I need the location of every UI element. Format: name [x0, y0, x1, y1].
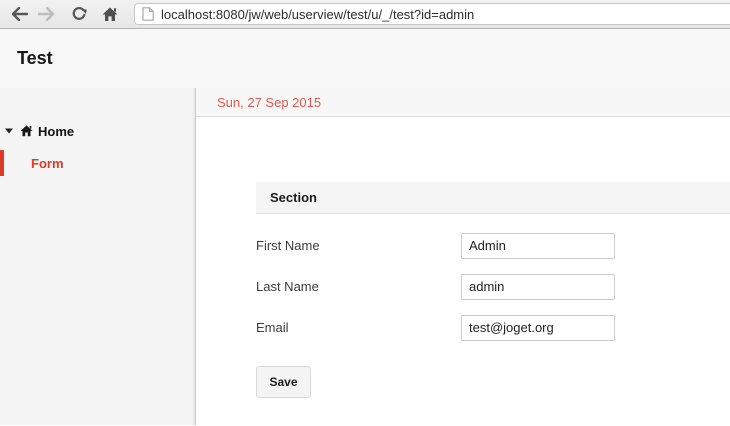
forward-arrow-icon [38, 7, 55, 21]
caret-down-icon[interactable] [5, 128, 13, 134]
browser-home-button[interactable] [99, 3, 121, 25]
first-name-label: First Name [256, 238, 461, 253]
page-title: Test [17, 48, 53, 69]
forward-button[interactable] [35, 3, 57, 25]
form-row: First Name [256, 232, 730, 259]
last-name-label: Last Name [256, 279, 461, 294]
form-row: Email [256, 314, 730, 341]
sidebar: Home Form [0, 88, 196, 425]
reload-button[interactable] [68, 3, 90, 25]
date-bar: Sun, 27 Sep 2015 [196, 88, 730, 117]
reload-icon [71, 6, 87, 22]
email-field[interactable] [461, 315, 615, 341]
browser-home-icon [102, 7, 118, 22]
main-area: Sun, 27 Sep 2015 Section First Name Last… [196, 88, 730, 425]
url-text: localhost:8080/jw/web/userview/test/u/_/… [161, 7, 474, 22]
current-date: Sun, 27 Sep 2015 [217, 95, 321, 110]
back-button[interactable] [8, 3, 30, 25]
back-arrow-icon [11, 7, 28, 21]
address-bar[interactable]: localhost:8080/jw/web/userview/test/u/_/… [134, 3, 730, 25]
last-name-field[interactable] [461, 274, 615, 300]
app-header: Test [0, 29, 730, 88]
page-icon [142, 7, 154, 21]
form-content: Section First Name Last Name Email Save [196, 117, 730, 425]
home-icon [20, 125, 33, 137]
sidebar-item-home[interactable]: Home [0, 118, 195, 144]
email-label: Email [256, 320, 461, 335]
sidebar-item-label: Form [31, 156, 64, 171]
form-row: Last Name [256, 273, 730, 300]
sidebar-item-form[interactable]: Form [0, 150, 195, 176]
save-button[interactable]: Save [256, 366, 311, 398]
section-title: Section [270, 190, 317, 205]
browser-toolbar: localhost:8080/jw/web/userview/test/u/_/… [0, 0, 730, 29]
sidebar-item-label: Home [38, 124, 74, 139]
first-name-field[interactable] [461, 233, 615, 259]
section-header: Section [256, 182, 730, 214]
